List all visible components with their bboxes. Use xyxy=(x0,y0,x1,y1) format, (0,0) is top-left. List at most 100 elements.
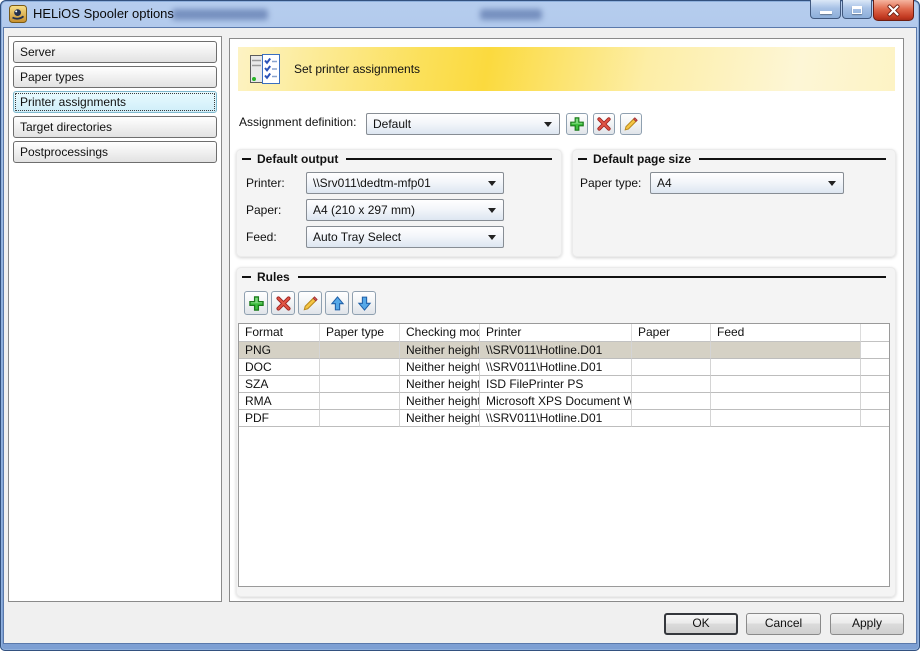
group-title-rule xyxy=(346,158,552,160)
edit-rule-button[interactable] xyxy=(298,291,322,315)
red-x-icon xyxy=(275,295,292,312)
paper-select[interactable]: A4 (210 x 297 mm) xyxy=(306,199,504,221)
close-icon xyxy=(887,4,900,17)
cell-feed xyxy=(711,393,861,410)
table-row[interactable]: DOC Neither height r \\SRV011\Hotline.D0… xyxy=(239,359,889,376)
column-header-paper-type[interactable]: Paper type xyxy=(320,324,400,342)
rules-table-header: Format Paper type Checking mode Printer … xyxy=(239,324,889,342)
pencil-icon xyxy=(623,116,639,132)
cell-checking-mode: Neither height r xyxy=(400,342,480,359)
pencil-icon xyxy=(302,295,319,312)
add-assignment-button[interactable] xyxy=(566,113,588,135)
apply-button[interactable]: Apply xyxy=(830,613,904,635)
column-header-format[interactable]: Format xyxy=(239,324,320,342)
group-title: Default page size xyxy=(572,149,896,169)
rules-group: Rules xyxy=(236,267,896,597)
cell-paper xyxy=(632,376,711,393)
cell-checking-mode: Neither height r xyxy=(400,376,480,393)
cell-format: SZA xyxy=(239,376,320,393)
maximize-icon xyxy=(852,6,862,14)
collapse-dash-icon[interactable] xyxy=(578,158,587,160)
cell-filler xyxy=(861,342,889,359)
cell-checking-mode: Neither height r xyxy=(400,359,480,376)
spooler-options-window: HELiOS Spooler options Server Paper type… xyxy=(0,0,920,651)
close-button[interactable] xyxy=(873,0,914,21)
cell-filler xyxy=(861,410,889,427)
paper-value: A4 (210 x 297 mm) xyxy=(307,203,488,217)
cell-paper xyxy=(632,393,711,410)
cell-paper-type xyxy=(320,410,400,427)
sidebar-item-server[interactable]: Server xyxy=(13,41,217,63)
sidebar-item-label: Paper types xyxy=(20,70,84,84)
delete-assignment-button[interactable] xyxy=(593,113,615,135)
column-header-feed[interactable]: Feed xyxy=(711,324,861,342)
cell-feed xyxy=(711,376,861,393)
printer-label: Printer: xyxy=(246,172,285,194)
table-row[interactable]: SZA Neither height r ISD FilePrinter PS xyxy=(239,376,889,393)
group-title-rule xyxy=(298,276,886,278)
sidebar-item-paper-types[interactable]: Paper types xyxy=(13,66,217,88)
printer-value: \\Srv011\dedtm-mfp01 xyxy=(307,176,488,190)
titlebar[interactable]: HELiOS Spooler options xyxy=(0,0,920,28)
main-panel: Set printer assignments Assignment defin… xyxy=(229,38,904,602)
ok-button[interactable]: OK xyxy=(664,613,738,635)
assignment-definition-row: Assignment definition: Default xyxy=(230,111,903,137)
cell-printer: \\SRV011\Hotline.D01 xyxy=(480,410,632,427)
cell-filler xyxy=(861,376,889,393)
paper-type-select[interactable]: A4 xyxy=(650,172,844,194)
printer-select[interactable]: \\Srv011\dedtm-mfp01 xyxy=(306,172,504,194)
table-row[interactable]: RMA Neither height r Microsoft XPS Docum… xyxy=(239,393,889,410)
minimize-button[interactable] xyxy=(810,0,841,19)
paper-label: Paper: xyxy=(246,199,281,221)
cell-format: PNG xyxy=(239,342,320,359)
sidebar-item-label: Postprocessings xyxy=(20,145,108,159)
red-x-icon xyxy=(596,116,612,132)
add-rule-button[interactable] xyxy=(244,291,268,315)
cell-feed xyxy=(711,342,861,359)
window-title: HELiOS Spooler options xyxy=(33,0,174,28)
move-rule-down-button[interactable] xyxy=(352,291,376,315)
sidebar-item-printer-assignments[interactable]: Printer assignments xyxy=(13,91,217,113)
assignment-definition-select[interactable]: Default xyxy=(366,113,560,135)
edit-assignment-button[interactable] xyxy=(620,113,642,135)
rules-table: Format Paper type Checking mode Printer … xyxy=(238,323,890,587)
table-row[interactable]: PDF Neither height r \\SRV011\Hotline.D0… xyxy=(239,410,889,427)
cell-paper-type xyxy=(320,376,400,393)
column-header-checking-mode[interactable]: Checking mode xyxy=(400,324,480,342)
sidebar-item-target-directories[interactable]: Target directories xyxy=(13,116,217,138)
window-content: Server Paper types Printer assignments T… xyxy=(4,28,916,643)
cancel-button[interactable]: Cancel xyxy=(746,613,821,635)
chevron-down-icon xyxy=(488,181,496,186)
maximize-button[interactable] xyxy=(842,0,872,19)
feed-select[interactable]: Auto Tray Select xyxy=(306,226,504,248)
cell-feed xyxy=(711,410,861,427)
redacted-smudge xyxy=(480,9,542,20)
move-rule-up-button[interactable] xyxy=(325,291,349,315)
assignment-definition-value: Default xyxy=(367,117,544,131)
sidebar-item-postprocessings[interactable]: Postprocessings xyxy=(13,141,217,163)
collapse-dash-icon[interactable] xyxy=(242,158,251,160)
cell-checking-mode: Neither height r xyxy=(400,393,480,410)
collapse-dash-icon[interactable] xyxy=(242,276,251,278)
group-title-label: Default output xyxy=(257,152,338,166)
column-header-printer[interactable]: Printer xyxy=(480,324,632,342)
group-title: Rules xyxy=(236,267,896,287)
cell-feed xyxy=(711,359,861,376)
chevron-down-icon xyxy=(544,122,552,127)
cell-printer: \\SRV011\Hotline.D01 xyxy=(480,342,632,359)
feed-value: Auto Tray Select xyxy=(307,230,488,244)
sidebar-item-label: Target directories xyxy=(20,120,112,134)
cell-paper-type xyxy=(320,342,400,359)
green-plus-icon xyxy=(248,295,265,312)
sidebar-item-label: Printer assignments xyxy=(20,95,126,109)
cell-paper xyxy=(632,342,711,359)
delete-rule-button[interactable] xyxy=(271,291,295,315)
cell-printer: \\SRV011\Hotline.D01 xyxy=(480,359,632,376)
cell-paper-type xyxy=(320,393,400,410)
table-row[interactable]: PNG Neither height r \\SRV011\Hotline.D0… xyxy=(239,342,889,359)
column-header-paper[interactable]: Paper xyxy=(632,324,711,342)
cell-format: DOC xyxy=(239,359,320,376)
cell-filler xyxy=(861,393,889,410)
cell-printer: Microsoft XPS Document Write xyxy=(480,393,632,410)
blue-arrow-down-icon xyxy=(356,295,373,312)
